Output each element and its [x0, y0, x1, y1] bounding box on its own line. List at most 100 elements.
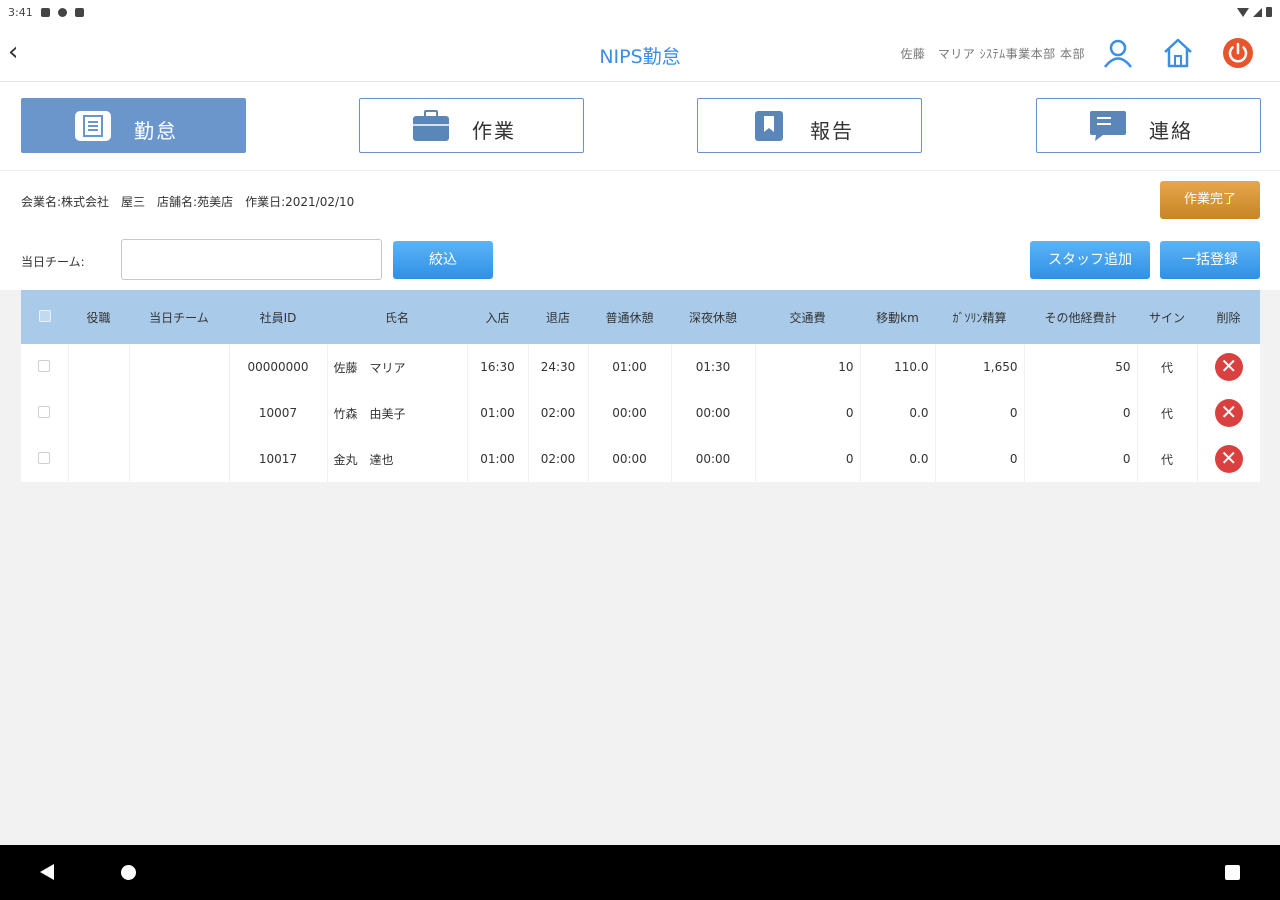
tab-renraku[interactable]: 連絡: [1036, 98, 1261, 153]
clock-out-cell: 24:30: [528, 344, 589, 390]
employee-id-cell: 10017: [229, 436, 328, 482]
other-expense-cell: 50: [1024, 344, 1138, 390]
close-circle-icon[interactable]: ✕: [1214, 399, 1243, 427]
sign-cell: 代: [1137, 436, 1198, 482]
gas-cell: 0: [935, 390, 1025, 436]
column-header: 入店: [485, 310, 510, 325]
row-select-cell: [21, 436, 69, 482]
recent-square-icon[interactable]: [1225, 865, 1240, 880]
column-header: 氏名: [384, 310, 409, 325]
row-select-cell: [21, 344, 69, 390]
tab-label: 勤怠: [134, 119, 178, 143]
user-info: 佐藤 マリア ｼｽﾃﾑ事業本部 本部: [900, 47, 1085, 61]
clock-out-cell: 02:00: [528, 436, 589, 482]
other-expense-cell: 0: [1024, 390, 1138, 436]
row-select-cell: [21, 390, 69, 436]
column-header: その他経費計: [1044, 310, 1117, 325]
column-header: 削除: [1216, 310, 1241, 325]
clock-out-cell: 02:00: [528, 390, 589, 436]
signal-icon: [1253, 7, 1262, 17]
back-triangle-icon[interactable]: [40, 864, 54, 880]
role-cell: [68, 390, 130, 436]
employee-id-cell: 10007: [229, 390, 328, 436]
break-cell: 01:00: [588, 344, 672, 390]
tab-bar: 勤怠 作業 報告 連絡: [0, 82, 1280, 170]
battery-icon: [1266, 7, 1272, 17]
notification-icon: [40, 7, 50, 17]
employee-id-cell: 00000000: [229, 344, 328, 390]
team-filter-input[interactable]: [121, 239, 382, 280]
clock-in-cell: 16:30: [467, 344, 529, 390]
other-expense-cell: 0: [1024, 436, 1138, 482]
name-cell: 竹森 由美子: [327, 390, 468, 436]
column-header: 交通費: [789, 310, 826, 325]
notification-icon: [74, 7, 84, 17]
distance-cell: 0.0: [860, 390, 936, 436]
table-row[interactable]: 00000000 佐藤 マリア 16:30 24:30 01:00 01:30 …: [21, 344, 1260, 390]
tab-sagyo[interactable]: 作業: [359, 98, 584, 153]
delete-cell: ✕: [1197, 390, 1260, 436]
table-row[interactable]: 10007 竹森 由美子 01:00 02:00 00:00 00:00 0 0…: [21, 390, 1260, 436]
attendance-table: 役職 当日チーム 社員ID 氏名 入店 退店 普通休憩 深夜休憩 交通費 移動k…: [21, 290, 1260, 482]
app-header: ‹ NIPS勤怠 佐藤 マリア ｼｽﾃﾑ事業本部 本部: [0, 24, 1280, 82]
team-filter-label: 当日チーム:: [21, 255, 85, 269]
row-checkbox[interactable]: [38, 359, 51, 372]
team-cell: [129, 390, 230, 436]
info-bar: 会業名:株式会社 屋三 店舗名:苑美店 作業日:2021/02/10 作業完了: [0, 170, 1280, 230]
chat-icon: [1090, 111, 1126, 141]
close-circle-icon[interactable]: ✕: [1214, 445, 1243, 473]
row-checkbox[interactable]: [38, 405, 51, 418]
row-checkbox[interactable]: [38, 451, 51, 464]
name-cell: 佐藤 マリア: [327, 344, 468, 390]
back-chevron-icon[interactable]: ‹: [8, 38, 32, 68]
page-title: NIPS勤怠: [599, 46, 681, 68]
sign-cell: 代: [1137, 344, 1198, 390]
add-staff-button[interactable]: スタッフ追加: [1030, 241, 1150, 279]
distance-cell: 110.0: [860, 344, 936, 390]
column-header: サイン: [1148, 310, 1185, 325]
home-icon[interactable]: [1161, 36, 1195, 70]
power-icon[interactable]: [1221, 36, 1255, 70]
notification-icon: [57, 7, 67, 17]
gas-cell: 1,650: [935, 344, 1025, 390]
bookmark-icon: [755, 111, 783, 141]
column-header: 深夜休憩: [688, 310, 737, 325]
distance-cell: 0.0: [860, 436, 936, 482]
tab-label: 連絡: [1149, 119, 1193, 143]
column-header: 社員ID: [259, 310, 297, 325]
column-header: ｶﾞｿﾘﾝ精算: [952, 310, 1007, 325]
filter-bar: 当日チーム: 絞込 スタッフ追加 一括登録: [0, 230, 1280, 290]
break-cell: 00:00: [588, 436, 672, 482]
role-cell: [68, 344, 130, 390]
filter-button[interactable]: 絞込: [393, 241, 493, 279]
work-info: 会業名:株式会社 屋三 店舗名:苑美店 作業日:2021/02/10: [21, 195, 355, 209]
tab-kintai[interactable]: 勤怠: [21, 98, 246, 153]
user-icon[interactable]: [1101, 36, 1135, 70]
night-break-cell: 01:30: [671, 344, 756, 390]
clock-in-cell: 01:00: [467, 436, 529, 482]
sign-cell: 代: [1137, 390, 1198, 436]
close-circle-icon[interactable]: ✕: [1214, 353, 1243, 381]
status-bar: 3:41: [0, 0, 1280, 24]
bulk-register-button[interactable]: 一括登録: [1160, 241, 1260, 279]
night-break-cell: 00:00: [671, 436, 756, 482]
system-nav-bar: [0, 845, 1280, 900]
tab-hokoku[interactable]: 報告: [697, 98, 922, 153]
name-cell: 金丸 達也: [327, 436, 468, 482]
document-icon: [75, 111, 111, 141]
table-row[interactable]: 10017 金丸 達也 01:00 02:00 00:00 00:00 0 0.…: [21, 436, 1260, 482]
column-header: 移動km: [876, 310, 919, 325]
column-header: 退店: [545, 310, 570, 325]
complete-button[interactable]: 作業完了: [1160, 181, 1260, 219]
gas-cell: 0: [935, 436, 1025, 482]
transport-cell: 0: [755, 436, 861, 482]
transport-cell: 10: [755, 344, 861, 390]
home-circle-icon[interactable]: [121, 865, 136, 880]
clock-in-cell: 01:00: [467, 390, 529, 436]
team-cell: [129, 344, 230, 390]
select-all-checkbox[interactable]: [38, 309, 51, 322]
tab-label: 作業: [472, 119, 516, 143]
team-cell: [129, 436, 230, 482]
status-time: 3:41: [8, 5, 33, 19]
table-header: 役職 当日チーム 社員ID 氏名 入店 退店 普通休憩 深夜休憩 交通費 移動k…: [21, 290, 1260, 344]
